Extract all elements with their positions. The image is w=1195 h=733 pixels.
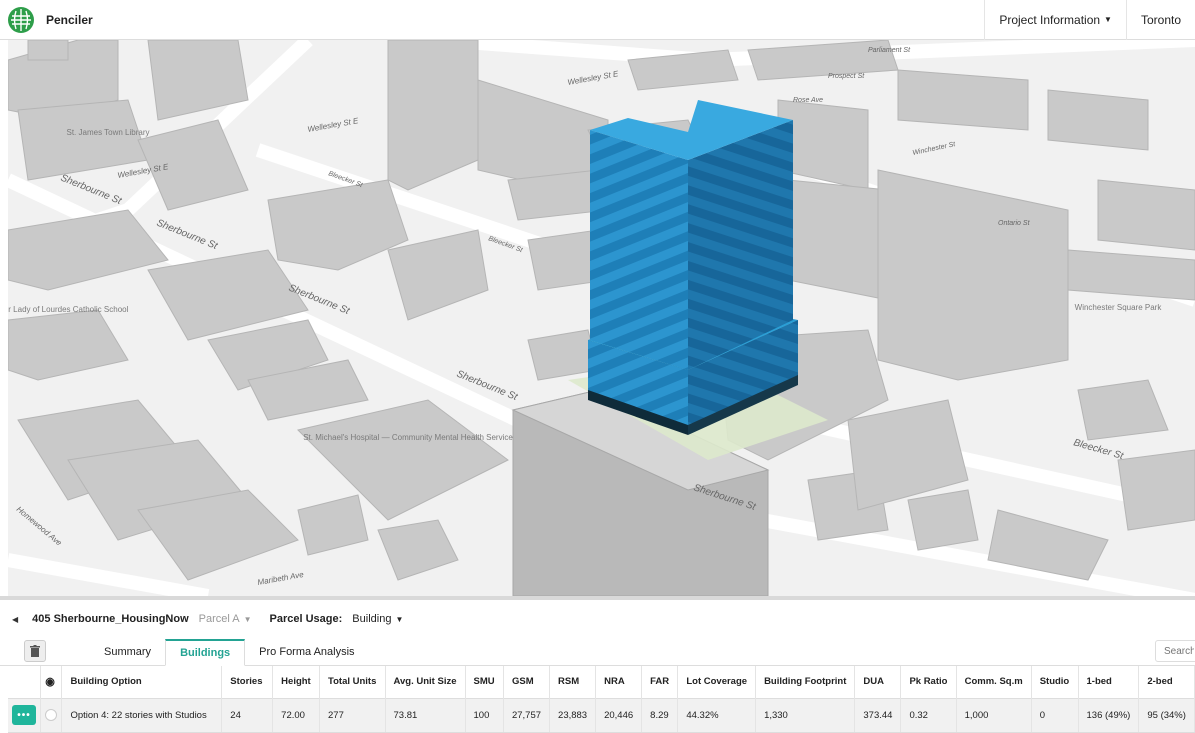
table-cell: 73.81	[385, 697, 466, 733]
table-cell: 44.32%	[677, 697, 757, 733]
tab-bar: Summary Buildings Pro Forma Analysis	[0, 638, 1195, 666]
column-header[interactable]: Comm. Sq.m	[956, 666, 1032, 698]
caret-down-icon: ▼	[1104, 15, 1112, 24]
project-information-menu[interactable]: Project Information ▼	[984, 0, 1126, 40]
parcel-usage-label: Parcel Usage:	[269, 613, 343, 625]
column-header[interactable]: SMU	[465, 666, 504, 698]
table-header-row: ◉ Building Option Stories Height Total U…	[8, 666, 1195, 698]
table-cell: 1,330	[755, 697, 856, 733]
actions-column-header	[8, 666, 42, 698]
column-header[interactable]: RSM	[549, 666, 597, 698]
visibility-cell	[40, 697, 63, 733]
parcel-label: Parcel A	[198, 613, 240, 625]
table-cell: 1,000	[956, 697, 1032, 733]
trash-icon	[30, 645, 40, 657]
visibility-column-header[interactable]: ◉	[40, 666, 63, 698]
poi-label: Our Lady of Lourdes Catholic School	[8, 305, 129, 314]
column-header[interactable]: Lot Coverage	[677, 666, 757, 698]
caret-down-icon: ▼	[243, 615, 252, 624]
street-label: Homewood Ave	[15, 505, 64, 548]
street-label: Wellesley St E	[307, 116, 360, 134]
table-row[interactable]: ••• Option 4: 22 stories with Studios 24…	[8, 697, 1195, 733]
column-header[interactable]: FAR	[641, 666, 679, 698]
caret-down-icon: ▼	[395, 615, 404, 624]
column-header[interactable]: Height	[272, 666, 320, 698]
table-cell: 23,883	[549, 697, 597, 733]
street-label: Winchester St	[912, 141, 957, 157]
proposed-building[interactable]	[588, 100, 798, 435]
column-header[interactable]: Avg. Unit Size	[385, 666, 466, 698]
table-cell: 95 (34%)	[1138, 697, 1195, 733]
column-header[interactable]: Building Option	[61, 666, 223, 698]
table-cell: 0.32	[900, 697, 957, 733]
column-header[interactable]: 2-bed	[1138, 666, 1195, 698]
city-label: Toronto	[1140, 12, 1181, 27]
column-header[interactable]: Stories	[221, 666, 274, 698]
column-header[interactable]: Building Footprint	[755, 666, 856, 698]
table-cell: Option 4: 22 stories with Studios	[61, 697, 223, 733]
project-information-label: Project Information	[999, 12, 1101, 27]
table-cell: 136 (49%)	[1078, 697, 1140, 733]
more-options-button[interactable]: •••	[12, 705, 36, 725]
table-cell: 100	[465, 697, 504, 733]
parcel-usage-dropdown[interactable]: Building ▼	[352, 613, 403, 625]
collapse-arrow-icon[interactable]: ◀	[12, 615, 18, 624]
tab-pro-forma-analysis[interactable]: Pro Forma Analysis	[245, 638, 368, 665]
poi-label: St. James Town Library	[67, 128, 150, 137]
column-header[interactable]: GSM	[503, 666, 551, 698]
table-cell: 277	[319, 697, 386, 733]
buildings-table: ◉ Building Option Stories Height Total U…	[8, 666, 1195, 733]
street-label: Bleecker St	[1072, 437, 1125, 462]
row-actions-cell: •••	[8, 697, 42, 733]
poi-label: Winchester Square Park	[1075, 303, 1163, 312]
column-header[interactable]: Total Units	[319, 666, 386, 698]
tab-buildings[interactable]: Buildings	[165, 639, 246, 666]
column-header[interactable]: NRA	[595, 666, 643, 698]
top-bar: Penciler Project Information ▼ Toronto	[0, 0, 1195, 40]
column-header[interactable]: Studio	[1031, 666, 1079, 698]
column-header[interactable]: DUA	[854, 666, 902, 698]
street-label: Maribeth Ave	[257, 570, 305, 587]
parcel-usage-value: Building	[352, 613, 392, 625]
search-input[interactable]	[1155, 640, 1195, 662]
table-cell: 0	[1031, 697, 1079, 733]
tab-summary[interactable]: Summary	[90, 638, 165, 665]
penciler-logo-icon[interactable]	[8, 6, 34, 33]
map-3d-view[interactable]: Sherbourne St Sherbourne St Sherbourne S…	[8, 40, 1195, 596]
table-cell: 24	[221, 697, 274, 733]
column-header[interactable]: 1-bed	[1078, 666, 1140, 698]
parcel-dropdown[interactable]: Parcel A ▼	[199, 613, 252, 625]
poi-label: St. Michael's Hospital — Community Menta…	[303, 433, 513, 442]
visibility-toggle[interactable]	[45, 709, 58, 721]
street-label: Parliament St	[868, 47, 911, 54]
table-cell: 8.29	[641, 697, 679, 733]
app-name: Penciler	[46, 12, 93, 27]
street-label: Prospect St	[828, 73, 865, 80]
street-label: Ontario St	[998, 220, 1031, 227]
project-name: 405 Sherbourne_HousingNow	[32, 613, 189, 625]
project-panel: ◀ 405 Sherbourne_HousingNow Parcel A ▼ Pa…	[0, 596, 1195, 733]
city-menu[interactable]: Toronto	[1125, 0, 1195, 40]
table-cell: 27,757	[503, 697, 551, 733]
eye-icon: ◉	[45, 676, 55, 689]
project-row: ◀ 405 Sherbourne_HousingNow Parcel A ▼ Pa…	[0, 600, 1195, 638]
column-header[interactable]: Pk Ratio	[900, 666, 957, 698]
street-label: Rose Ave	[793, 97, 823, 104]
table-cell: 373.44	[854, 697, 902, 733]
table-cell: 20,446	[595, 697, 643, 733]
delete-button[interactable]	[24, 640, 46, 662]
street-label: Wellesley St E	[567, 69, 620, 87]
table-cell: 72.00	[272, 697, 320, 733]
